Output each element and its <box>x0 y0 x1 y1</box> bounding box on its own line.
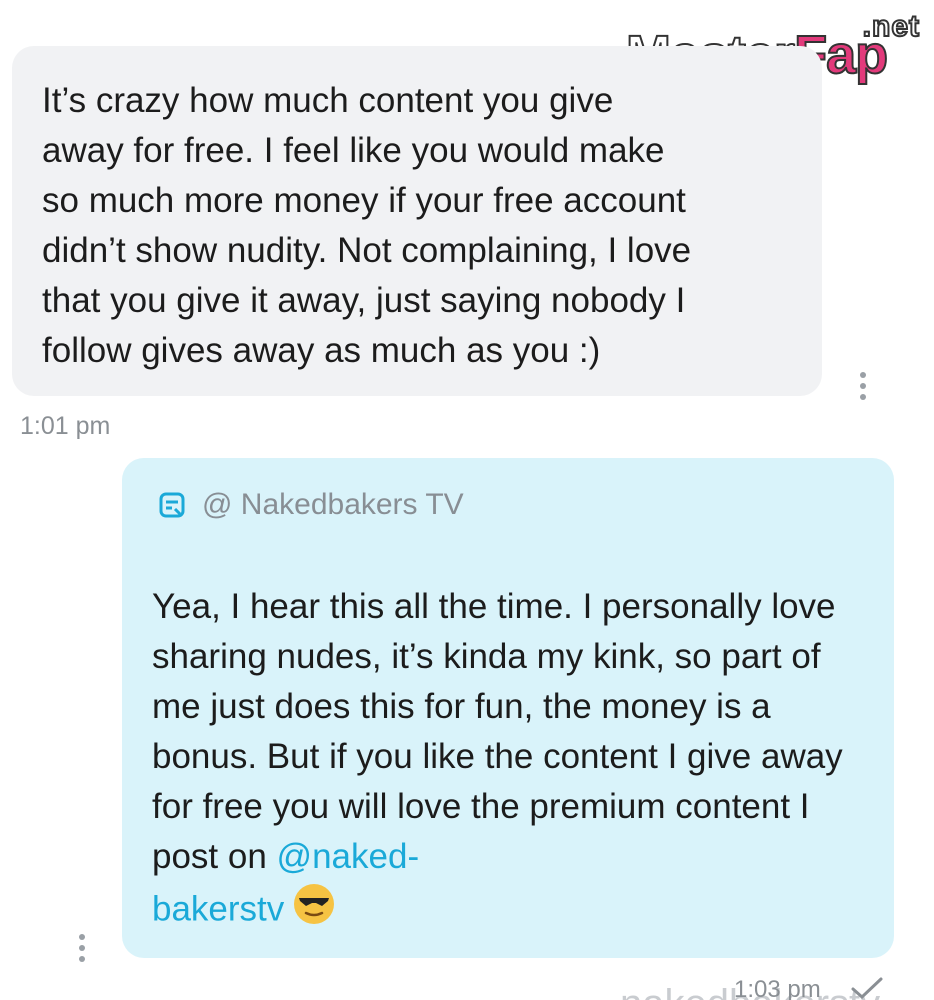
sunglasses-emoji-icon <box>292 882 336 940</box>
chat-screen: .net MasterFap It’s crazy how much conte… <box>0 0 934 1000</box>
outgoing-message-time: 1:03 pm <box>734 976 821 1000</box>
reply-reference[interactable]: @ Nakedbakers TV <box>158 488 464 522</box>
outgoing-message-bubble[interactable]: @ Nakedbakers TV Yea, I hear this all th… <box>122 458 894 958</box>
mention-link-part1: @naked- <box>276 837 420 876</box>
outgoing-more-options-icon[interactable] <box>77 934 87 968</box>
incoming-message-text: It’s crazy how much content you give awa… <box>42 81 692 370</box>
incoming-message-time: 1:01 pm <box>20 412 111 440</box>
sent-check-icon <box>850 976 884 1000</box>
reply-reference-icon <box>158 491 186 519</box>
outgoing-message-text: Yea, I hear this all the time. I persona… <box>152 582 872 940</box>
mention-link-part2: bakerstv <box>152 889 285 929</box>
outgoing-meta-row: nakedbakerstv 1:03 pm <box>620 976 934 1000</box>
incoming-message-bubble[interactable]: It’s crazy how much content you give awa… <box>12 46 822 396</box>
incoming-more-options-icon[interactable] <box>858 372 868 406</box>
reply-reference-label: @ Nakedbakers TV <box>202 488 464 521</box>
outgoing-message-body: Yea, I hear this all the time. I persona… <box>152 587 843 876</box>
